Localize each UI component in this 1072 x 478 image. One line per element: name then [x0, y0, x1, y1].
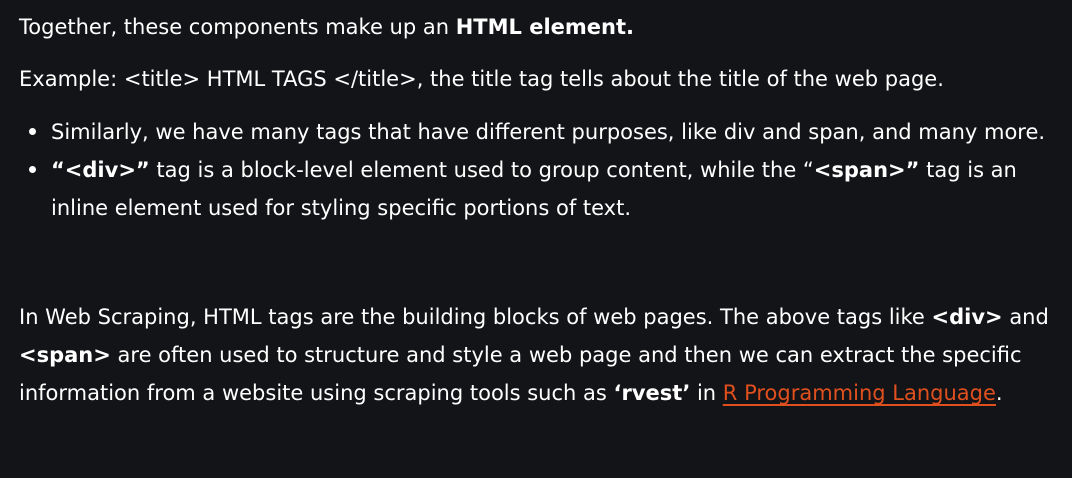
paragraph-text: .: [995, 381, 1003, 405]
span-tag-term: <span>”: [813, 158, 920, 182]
rvest-term: ‘rvest’: [613, 381, 691, 405]
paragraph-text: Together, these components make up an: [19, 15, 456, 39]
paragraph-text: in: [690, 381, 723, 405]
list-item-text: tag is a block-level element used to gro…: [149, 158, 814, 182]
paragraph-web-scraping: In Web Scraping, HTML tags are the build…: [19, 298, 1059, 412]
html-element-term: HTML element.: [455, 15, 634, 39]
paragraph-components: Together, these components make up an HT…: [19, 8, 634, 46]
paragraph-text: and: [1002, 305, 1049, 329]
span-tag-term: <span>: [19, 343, 111, 367]
list-item: “<div>” tag is a block-level element use…: [19, 151, 1049, 227]
r-programming-language-link[interactable]: R Programming Language: [723, 381, 996, 405]
div-tag-term: <div>: [931, 305, 1003, 329]
list-item-text: Similarly, we have many tags that have d…: [51, 120, 1046, 144]
paragraph-text: In Web Scraping, HTML tags are the build…: [19, 305, 932, 329]
list-item: Similarly, we have many tags that have d…: [19, 113, 1049, 151]
bullet-list: Similarly, we have many tags that have d…: [19, 113, 1049, 227]
div-tag-term: “<div>”: [51, 158, 150, 182]
paragraph-example: Example: <title> HTML TAGS </title>, the…: [19, 67, 944, 91]
